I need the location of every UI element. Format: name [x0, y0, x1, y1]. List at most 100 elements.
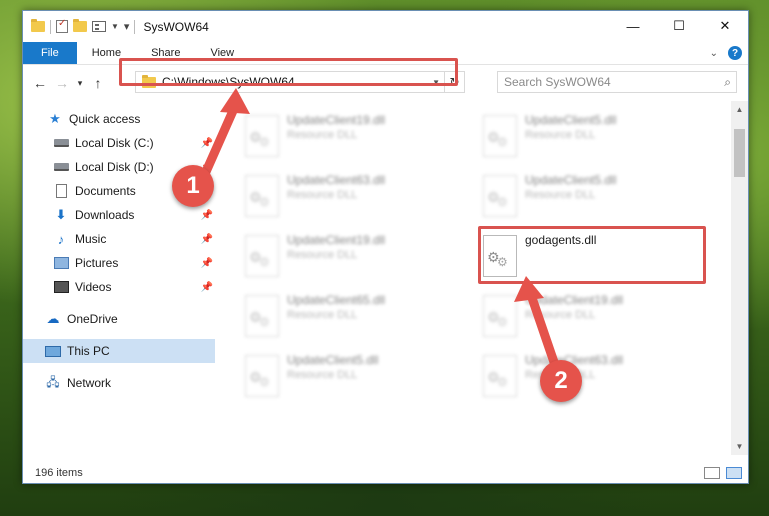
sidebar-item-label: Network [67, 376, 112, 390]
file-description: Resource DLL [525, 189, 596, 201]
search-input[interactable]: Search SysWOW64 ⌕ [497, 71, 737, 93]
pin-icon[interactable]: 📌 [201, 258, 213, 269]
dll-file-icon [245, 175, 279, 217]
details-view-icon[interactable] [704, 467, 720, 479]
file-name: UpdateClient19.dll [525, 293, 624, 307]
sidebar-item-label: Documents [75, 184, 136, 198]
computer-icon [45, 344, 61, 358]
video-icon [53, 280, 69, 294]
step-badge-1: 1 [172, 165, 214, 207]
minimize-button[interactable]: — [610, 11, 656, 41]
file-description: Resource DLL [525, 129, 596, 141]
cloud-icon: ☁ [46, 311, 60, 326]
drive-icon [53, 136, 69, 150]
ribbon-right: ⌄ ? [710, 42, 748, 64]
file-name: UpdateClient5.dll [525, 173, 617, 187]
pin-icon[interactable]: 📌 [201, 282, 213, 293]
sidebar-item-label: Pictures [75, 256, 119, 270]
sidebar-item-quick-access[interactable]: ★ Quick access [23, 107, 215, 131]
toolbar-divider [134, 19, 136, 34]
dll-file-icon [245, 235, 279, 277]
sidebar-item-local-disk-c[interactable]: Local Disk (C:) 📌 [23, 131, 215, 155]
file-description: Resource DLL [287, 249, 358, 261]
file-description: Resource DLL [287, 129, 358, 141]
pin-icon[interactable]: 📌 [201, 138, 213, 149]
file-description: Resource DLL [525, 309, 596, 321]
music-icon: ♪ [57, 231, 65, 247]
list-item[interactable]: UpdateClient19.dll Resource DLL [479, 289, 709, 347]
item-count: 196 items [35, 467, 83, 479]
file-name: UpdateClient19.dll [287, 113, 386, 127]
download-icon: ⬇ [55, 207, 67, 222]
large-icons-view-icon[interactable] [726, 467, 742, 479]
dll-file-icon [245, 115, 279, 157]
sidebar-item-network[interactable]: 🖧 Network [23, 371, 215, 395]
up-arrow-icon[interactable]: ↑ [87, 75, 109, 91]
help-icon[interactable]: ? [728, 46, 742, 60]
tab-file[interactable]: File [23, 42, 77, 64]
close-button[interactable]: ✕ [702, 11, 748, 41]
properties-icon[interactable] [56, 18, 68, 33]
list-item[interactable]: UpdateClient63.dllResource DLL [241, 169, 471, 227]
pin-icon[interactable]: 📌 [201, 210, 213, 221]
view-options-icon[interactable] [92, 21, 106, 32]
new-folder-icon[interactable] [73, 19, 87, 32]
list-item[interactable]: UpdateClient19.dll Resource DLL [241, 229, 471, 287]
dll-file-icon [245, 295, 279, 337]
file-highlight-box [478, 226, 706, 284]
sidebar-item-this-pc[interactable]: This PC [23, 339, 215, 363]
sidebar-item-label: OneDrive [67, 312, 118, 326]
sidebar-item-music[interactable]: ♪ Music 📌 [23, 227, 215, 251]
recent-locations-icon[interactable]: ▾ [73, 78, 87, 89]
dll-file-icon [245, 355, 279, 397]
customize-toolbar-icon[interactable]: ▾ [124, 20, 130, 33]
dll-file-icon [483, 295, 517, 337]
sidebar-item-label: Local Disk (D:) [75, 160, 154, 174]
pin-icon[interactable]: 📌 [201, 234, 213, 245]
expand-ribbon-icon[interactable]: ⌄ [710, 48, 718, 59]
sidebar-item-label: Downloads [75, 208, 135, 222]
file-description: Resource DLL [287, 309, 358, 321]
list-item[interactable]: UpdateClient5.dll Resource DLL [479, 169, 709, 227]
forward-arrow-icon[interactable]: → [51, 75, 73, 91]
scrollbar-thumb[interactable] [734, 129, 745, 177]
toolbar-divider [50, 19, 51, 34]
sidebar-item-label: This PC [67, 344, 110, 358]
file-description: Resource DLL [287, 369, 358, 381]
view-toggle [704, 467, 742, 479]
list-item[interactable]: UpdateClient65.dll Resource DLL [241, 289, 471, 347]
scroll-up-icon[interactable]: ▲ [731, 101, 748, 118]
folder-icon [31, 19, 45, 32]
vertical-scrollbar[interactable]: ▲ ▼ [731, 101, 748, 455]
list-item[interactable]: UpdateClient5.dll Resource DLL [479, 109, 709, 167]
sidebar-item-onedrive[interactable]: ☁ OneDrive [23, 307, 215, 331]
sidebar-item-label: Local Disk (C:) [75, 136, 154, 150]
chevron-down-icon[interactable]: ▼ [111, 22, 119, 31]
star-icon: ★ [49, 111, 61, 126]
network-icon: 🖧 [46, 374, 60, 389]
back-arrow-icon[interactable]: ← [29, 75, 51, 91]
sidebar-item-label: Quick access [69, 112, 141, 126]
window-controls: — ☐ ✕ [610, 11, 748, 41]
drive-icon [53, 160, 69, 174]
sidebar-item-videos[interactable]: Videos 📌 [23, 275, 215, 299]
title-bar: ▼ ▾ SysWOW64 — ☐ ✕ [23, 11, 748, 42]
dll-file-icon [483, 175, 517, 217]
maximize-button[interactable]: ☐ [656, 11, 702, 41]
window-title: SysWOW64 [143, 19, 209, 34]
quick-access-toolbar: ▼ ▾ [23, 18, 136, 34]
file-description: Resource DLL [287, 189, 358, 201]
list-item[interactable]: UpdateClient5.dll Resource DLL [241, 349, 471, 407]
step-badge-2: 2 [540, 360, 582, 402]
sidebar-item-downloads[interactable]: ⬇ Downloads 📌 [23, 203, 215, 227]
sidebar-item-pictures[interactable]: Pictures 📌 [23, 251, 215, 275]
list-item[interactable]: UpdateClient63.dllResource DLL [479, 349, 709, 407]
file-name: UpdateClient5.dll [287, 353, 379, 367]
list-item[interactable]: UpdateClient19.dll Resource DLL [241, 109, 471, 167]
dll-file-icon [483, 355, 517, 397]
file-name: UpdateClient19.dll [287, 233, 386, 247]
search-icon: ⌕ [724, 74, 731, 89]
scroll-down-icon[interactable]: ▼ [731, 438, 748, 455]
pictures-icon [53, 256, 69, 270]
sidebar-item-label: Videos [75, 280, 112, 294]
